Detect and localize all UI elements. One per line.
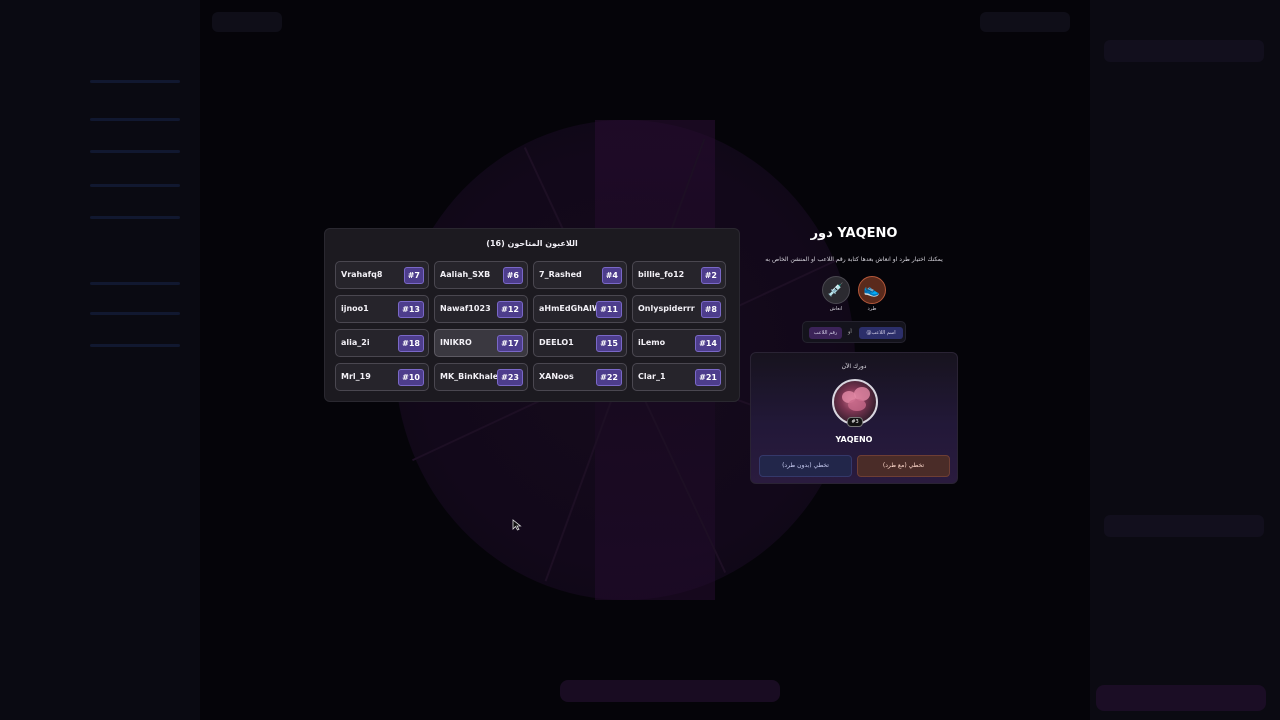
player-card[interactable]: 7_Rashed #4 <box>533 261 627 289</box>
player-name: Nawaf1023 <box>440 304 491 313</box>
player-number-badge: #15 <box>596 335 622 352</box>
background-bar <box>560 680 780 702</box>
avatar-number-badge: #3 <box>847 417 863 427</box>
player-number-badge: #22 <box>596 369 622 386</box>
player-number-badge: #17 <box>497 335 523 352</box>
background-sidebar <box>0 0 200 720</box>
kick-action[interactable]: 👟 طرد <box>857 276 887 312</box>
player-name: Onlyspiderrr <box>638 304 695 313</box>
revive-action[interactable]: 💉 انعاش <box>821 276 851 312</box>
player-number-badge: #4 <box>601 267 622 284</box>
background-right-panel <box>1090 0 1280 720</box>
hint-mention: @اسم اللاعب <box>859 327 903 339</box>
player-number-badge: #18 <box>398 335 424 352</box>
player-number-badge: #23 <box>497 369 523 386</box>
player-number-badge: #7 <box>403 267 424 284</box>
player-card[interactable]: billie_fo12 #2 <box>632 261 726 289</box>
player-name: iLemo <box>638 338 666 347</box>
current-turn-card: دورك الآن #3 YAQENO تخطي (مع طرد) تخطي (… <box>750 352 958 484</box>
player-card[interactable]: Aaliah_SXB #6 <box>434 261 528 289</box>
turn-description: يمكنك اختيار طرد او انعاش بعدها كتابة رق… <box>765 256 943 263</box>
player-card[interactable]: Nawaf1023 #12 <box>434 295 528 323</box>
player-name: Vrahafq8 <box>341 270 383 279</box>
player-card[interactable]: MK_BinKhaleD #23 <box>434 363 528 391</box>
current-player-name: YAQENO <box>835 435 873 444</box>
player-name: INIKRO <box>440 338 472 347</box>
player-card[interactable]: ijnoo1 #13 <box>335 295 429 323</box>
player-name: XANoos <box>539 372 574 381</box>
syringe-icon: 💉 <box>822 276 850 304</box>
players-panel-title: اللاعبون المتاحون (16) <box>486 239 578 248</box>
player-name: MK_BinKhaleD <box>440 372 505 381</box>
player-card[interactable]: XANoos #22 <box>533 363 627 391</box>
player-name: Aaliah_SXB <box>440 270 491 279</box>
player-number-badge: #11 <box>596 301 622 318</box>
available-players-panel: اللاعبون المتاحون (16) Vrahafq8 #7 Aaliah_… <box>324 228 740 402</box>
player-number-badge: #10 <box>398 369 424 386</box>
turn-title: دور YAQENO <box>810 226 898 241</box>
player-number-badge: #13 <box>398 301 424 318</box>
hint-number: رقم اللاعب <box>809 327 842 339</box>
players-grid: Vrahafq8 #7 Aaliah_SXB #6 7_Rashed #4 billie_f… <box>335 261 727 391</box>
player-number-badge: #21 <box>695 369 721 386</box>
player-card[interactable]: INIKRO #17 <box>434 329 528 357</box>
player-card[interactable]: aHmEdGhAlWaShi #11 <box>533 295 627 323</box>
player-number-badge: #2 <box>700 267 721 284</box>
player-card[interactable]: iLemo #14 <box>632 329 726 357</box>
background-button <box>1096 685 1266 711</box>
player-number-badge: #14 <box>695 335 721 352</box>
player-card[interactable]: Vrahafq8 #7 <box>335 261 429 289</box>
player-card[interactable]: Onlyspiderrr #8 <box>632 295 726 323</box>
player-name: DEELO1 <box>539 338 574 347</box>
input-hint: @اسم اللاعب أو رقم اللاعب <box>802 321 906 343</box>
player-card[interactable]: DEELO1 #15 <box>533 329 627 357</box>
player-name: alia_2i <box>341 338 370 347</box>
kick-label: طرد <box>867 306 877 312</box>
mouse-cursor-icon <box>512 519 522 531</box>
player-name: 7_Rashed <box>539 270 582 279</box>
player-number-badge: #12 <box>497 301 523 318</box>
player-card[interactable]: Clar_1 #21 <box>632 363 726 391</box>
player-name: Mrl_19 <box>341 372 371 381</box>
revive-label: انعاش <box>829 306 843 312</box>
your-turn-label: دورك الآن <box>841 363 867 370</box>
player-name: Clar_1 <box>638 372 666 381</box>
background-chip <box>980 12 1070 32</box>
player-card[interactable]: alia_2i #18 <box>335 329 429 357</box>
player-card[interactable]: Mrl_19 #10 <box>335 363 429 391</box>
skip-with-kick-button[interactable]: تخطي (مع طرد) <box>857 455 950 477</box>
shoe-icon: 👟 <box>858 276 886 304</box>
player-number-badge: #8 <box>700 301 721 318</box>
player-name: ijnoo1 <box>341 304 369 313</box>
hint-or: أو <box>848 329 852 335</box>
skip-without-kick-button[interactable]: تخطي (بدون طرد) <box>759 455 852 477</box>
background-chip <box>212 12 282 32</box>
player-name: billie_fo12 <box>638 270 685 279</box>
player-number-badge: #6 <box>502 267 523 284</box>
